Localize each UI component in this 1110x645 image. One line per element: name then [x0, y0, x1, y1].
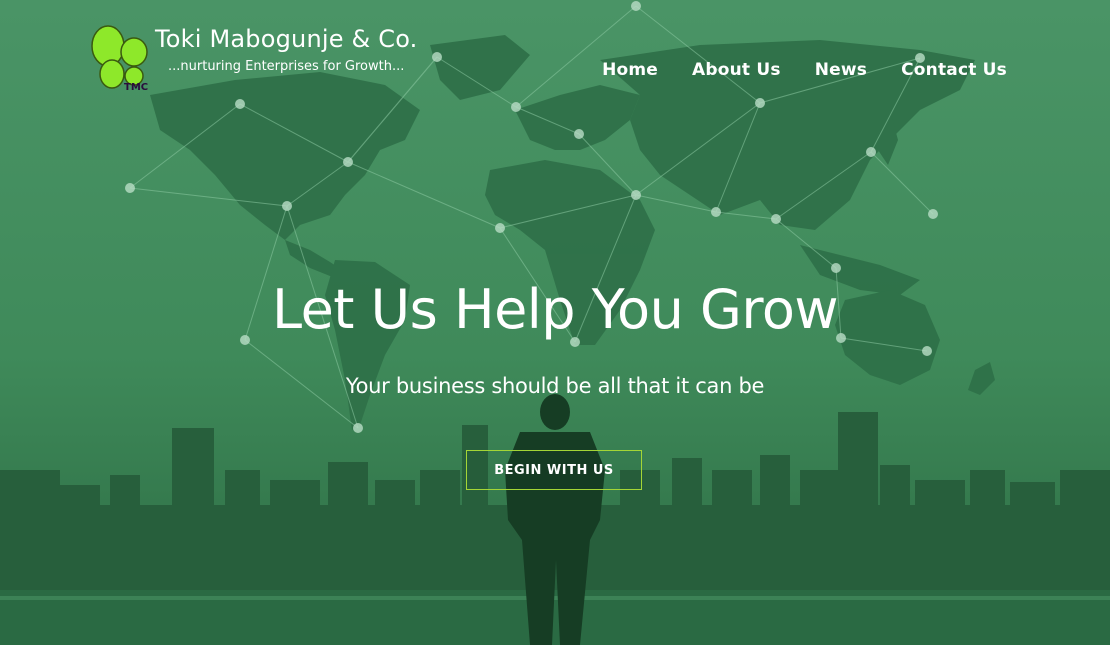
nav-news[interactable]: News: [815, 60, 867, 80]
hero-subheadline: Your business should be all that it can …: [345, 374, 765, 398]
hero-section: TMC Toki Mabogunje & Co. ...nurturing En…: [0, 0, 1110, 645]
begin-with-us-button[interactable]: BEGIN WITH US: [466, 450, 642, 490]
brand-name[interactable]: Toki Mabogunje & Co.: [155, 25, 418, 53]
brand-tagline: ...nurturing Enterprises for Growth...: [168, 59, 405, 74]
main-nav: Home About Us News Contact Us: [602, 60, 1007, 80]
nav-about-us[interactable]: About Us: [692, 60, 781, 80]
nav-home[interactable]: Home: [602, 60, 658, 80]
nav-contact-us[interactable]: Contact Us: [901, 60, 1007, 80]
butterfly-logo-icon[interactable]: TMC: [90, 24, 152, 92]
svg-text:TMC: TMC: [124, 82, 148, 92]
hero-headline: Let Us Help You Grow: [271, 278, 839, 341]
